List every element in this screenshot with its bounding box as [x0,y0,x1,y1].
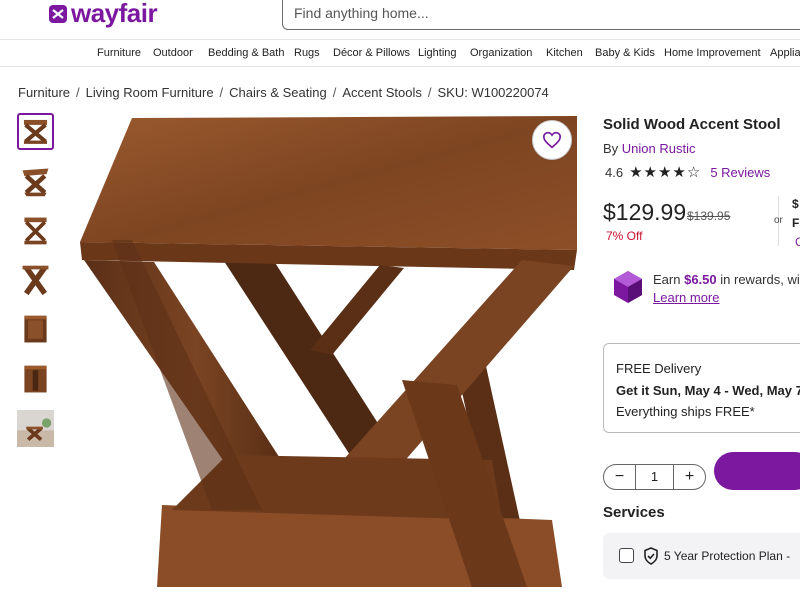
delivery-note: Everything ships FREE* [616,404,755,419]
logo-text: wayfair [71,0,158,28]
product-title: Solid Wood Accent Stool [603,116,781,133]
original-price: $139.95 [687,209,731,223]
thumbnail-7[interactable] [17,410,54,447]
nav-item-home-improvement[interactable]: Home Improvement [664,47,761,59]
category-nav: Furniture Outdoor Bedding & Bath Rugs Dé… [0,40,800,67]
delivery-date-range: Get it Sun, May 4 - Wed, May 7 [616,383,800,398]
brand-line: By Union Rustic [603,141,696,156]
delivery-box: FREE Delivery Get it Sun, May 4 - Wed, M… [603,343,800,433]
add-to-cart-button[interactable] [714,452,800,490]
main-product-image[interactable] [62,110,587,587]
delivery-date: Get it Sun, May 4 - Wed, May 7 to [616,383,800,398]
discount-label: 7% Off [606,229,643,243]
heart-icon [542,131,562,149]
protection-plan-label: 5 Year Protection Plan - [664,549,791,563]
delivery-free-label: FREE Delivery [616,361,702,376]
thumbnail-2[interactable] [17,163,54,200]
breadcrumb-furniture[interactable]: Furniture [18,85,70,100]
rating-row: 4.6 ★★★★☆ 5 Reviews [605,163,770,181]
nav-item-lighting[interactable]: Lighting [418,47,457,59]
nav-item-bedding-bath[interactable]: Bedding & Bath [208,47,284,59]
minus-icon[interactable]: − [604,465,636,489]
rewards-gem-icon [612,270,644,309]
wayfair-logo[interactable]: wayfair [48,0,158,29]
rewards-suffix: in rewards, wit [720,272,800,287]
thumbnail-4[interactable] [17,262,54,299]
favorite-button[interactable] [532,120,572,160]
star-rating: ★★★★☆ [629,164,702,181]
search-input[interactable] [283,0,800,29]
sku-label: SKU: W100220074 [437,85,549,100]
breadcrumb-separator: / [219,85,224,100]
wayfair-logo-icon [49,4,67,23]
nav-item-kitchen[interactable]: Kitchen [546,47,583,59]
nav-item-baby-kids[interactable]: Baby & Kids [595,47,655,59]
plus-icon[interactable]: + [673,465,705,489]
breadcrumb: Furniture / Living Room Furniture / Chairs &… [18,85,549,100]
reviews-link[interactable]: 5 Reviews [710,165,770,180]
alt-price-partial: $ [792,197,799,211]
breadcrumb-chairs-seating[interactable]: Chairs & Seating [229,85,327,100]
quantity-stepper: − 1 + [603,464,706,490]
shield-check-icon [644,547,658,565]
services-heading: Services [603,504,665,521]
brand-link[interactable]: Union Rustic [622,141,696,156]
alt-price-link-partial[interactable]: C [795,235,800,249]
breadcrumb-accent-stools[interactable]: Accent Stools [342,85,422,100]
nav-item-furniture[interactable]: Furniture [97,47,141,59]
breadcrumb-separator: / [332,85,337,100]
search-box[interactable] [282,0,800,30]
breadcrumb-separator: / [76,85,80,100]
protection-plan-checkbox[interactable] [619,548,634,563]
alt-price-label-partial: F [792,216,800,230]
rewards-text: Earn $6.50 in rewards, wit [653,272,800,287]
thumbnail-5[interactable] [17,311,54,348]
nav-item-organization[interactable]: Organization [470,47,532,59]
header: wayfair [0,0,800,40]
learn-more-link[interactable]: Learn more [653,290,719,305]
thumbnail-6[interactable] [17,361,54,398]
rewards-amount: $6.50 [684,272,717,287]
nav-item-rugs[interactable]: Rugs [294,47,320,59]
rewards-earn-label: Earn [653,272,681,287]
breadcrumb-living-room[interactable]: Living Room Furniture [86,85,214,100]
by-label: By [603,141,619,156]
rating-value: 4.6 [605,164,624,180]
or-label: or [774,215,783,226]
nav-item-appliances[interactable]: Applia [770,47,800,59]
protection-plan-option[interactable]: 5 Year Protection Plan - [603,533,800,579]
thumbnail-3[interactable] [17,212,54,249]
nav-item-decor-pillows[interactable]: Décor & Pillows [333,47,410,59]
current-price: $129.99 [603,199,687,225]
quantity-value[interactable]: 1 [636,469,673,484]
thumbnail-1[interactable] [17,113,54,150]
nav-item-outdoor[interactable]: Outdoor [153,47,193,59]
breadcrumb-separator: / [427,85,432,100]
